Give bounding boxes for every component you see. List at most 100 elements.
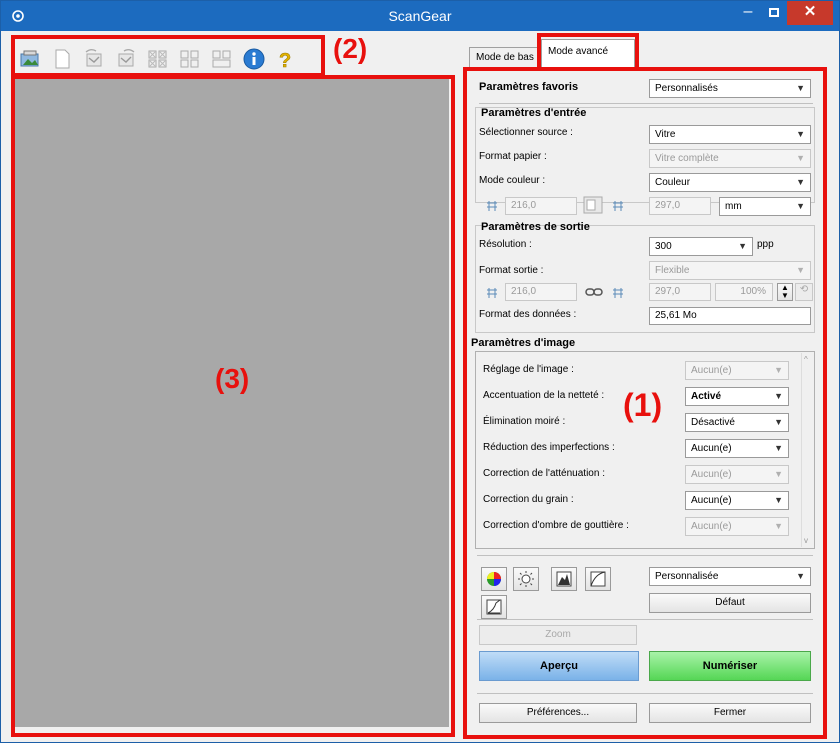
data-size-label: Format des données :	[479, 309, 577, 320]
image-settings-scrollbar[interactable]: ^ v	[801, 353, 813, 547]
preview-area[interactable]	[15, 79, 449, 727]
scroll-up-icon[interactable]: ^	[804, 355, 808, 364]
favorites-dropdown[interactable]: Personnalisés ▼	[649, 79, 811, 98]
chevron-down-icon: ▼	[774, 365, 783, 375]
unit-dropdown[interactable]: mm ▼	[719, 197, 811, 216]
chevron-down-icon: ▼	[796, 571, 805, 581]
stepper-icon: ▲ ▼	[781, 283, 789, 300]
tone-preset-dropdown[interactable]: Personnalisée ▼	[649, 567, 811, 586]
chevron-down-icon: ▼	[796, 177, 805, 187]
image-settings-heading: Paramètres d'image	[471, 337, 576, 349]
minimize-button[interactable]: –	[735, 1, 761, 25]
tab-basic-mode[interactable]: Mode de bas	[469, 47, 539, 69]
brightness-icon	[518, 571, 534, 587]
scan-button[interactable]: Numériser	[649, 651, 811, 681]
chevron-down-icon: ▼	[774, 521, 783, 531]
output-height-field[interactable]: 297,0	[649, 283, 711, 301]
image-setting-value: Aucun(e)	[691, 495, 732, 506]
color-wheel-icon	[487, 572, 501, 586]
resolution-dropdown[interactable]: 300 ▼	[649, 237, 753, 256]
unit-value: mm	[725, 201, 742, 212]
image-setting-value: Aucun(e)	[691, 443, 732, 454]
scroll-down-icon[interactable]: v	[804, 536, 808, 545]
image-setting-label: Élimination moiré :	[483, 416, 566, 427]
image-setting-dropdown[interactable]: Aucun(e) ▼	[685, 517, 789, 536]
chevron-down-icon: ▼	[796, 83, 805, 93]
image-setting-value: Aucun(e)	[691, 521, 732, 532]
output-size-label: Format sortie :	[479, 265, 544, 276]
title-bar[interactable]: ScanGear – ✕	[1, 1, 839, 31]
tab-advanced-mode[interactable]: Mode avancé	[541, 39, 635, 69]
image-setting-label: Réduction des imperfections :	[483, 442, 615, 453]
source-value: Vitre	[655, 129, 676, 140]
image-setting-dropdown[interactable]: Désactivé ▼	[685, 413, 789, 432]
chevron-down-icon: ▼	[774, 495, 783, 505]
favorites-value: Personnalisés	[655, 83, 718, 94]
divider	[477, 693, 813, 694]
brightness-button[interactable]	[513, 567, 539, 591]
resolution-unit: ppp	[757, 239, 774, 250]
reset-icon: ⟲	[799, 284, 809, 295]
chevron-down-icon: ▼	[796, 265, 805, 275]
tone-preset-value: Personnalisée	[655, 571, 719, 582]
image-setting-value: Aucun(e)	[691, 469, 732, 480]
image-setting-dropdown[interactable]: Aucun(e) ▼	[685, 465, 789, 484]
settings-panel: Paramètres favoris Personnalisés ▼ Paramè…	[467, 71, 823, 735]
image-setting-label: Accentuation de la netteté :	[483, 390, 605, 401]
chevron-down-icon: ▼	[774, 391, 783, 401]
link-icon[interactable]	[585, 286, 603, 298]
close-icon: ✕	[803, 3, 817, 20]
resolution-value: 300	[655, 241, 672, 252]
output-size-dropdown[interactable]: Flexible ▼	[649, 261, 811, 280]
image-setting-value: Activé	[691, 391, 722, 402]
callout-1: (1)	[623, 387, 663, 423]
image-setting-dropdown[interactable]: Aucun(e) ▼	[685, 491, 789, 510]
image-setting-dropdown[interactable]: Activé ▼	[685, 387, 789, 406]
tone-curve-icon	[590, 571, 606, 587]
minimize-icon: –	[743, 3, 753, 20]
output-size-value: Flexible	[655, 265, 690, 276]
chevron-down-icon: ▼	[774, 443, 783, 453]
default-button[interactable]: Défaut	[649, 593, 811, 613]
input-height-field[interactable]: 297,0	[649, 197, 711, 215]
zoom-button[interactable]: Zoom	[479, 625, 637, 645]
scale-stepper[interactable]: ▲ ▼	[777, 283, 793, 301]
source-dropdown[interactable]: Vitre ▼	[649, 125, 811, 144]
divider	[477, 619, 813, 620]
image-setting-dropdown[interactable]: Aucun(e) ▼	[685, 439, 789, 458]
close-window-button[interactable]: ✕	[787, 1, 833, 25]
window-title: ScanGear	[388, 8, 452, 24]
preview-button[interactable]: Aperçu	[479, 651, 639, 681]
chevron-down-icon: ▼	[796, 153, 805, 163]
image-setting-value: Désactivé	[691, 417, 735, 428]
data-size-value: 25,61 Mo	[649, 307, 811, 325]
final-review-button[interactable]	[481, 595, 507, 619]
threshold-icon	[486, 599, 502, 615]
paper-size-dropdown[interactable]: Vitre complète ▼	[649, 149, 811, 168]
color-adjust-button[interactable]	[481, 567, 507, 591]
width-icon	[487, 288, 497, 298]
tone-curve-button[interactable]	[585, 567, 611, 591]
scale-reset-button[interactable]: ⟲	[795, 283, 813, 301]
color-mode-dropdown[interactable]: Couleur ▼	[649, 173, 811, 192]
width-icon	[487, 201, 497, 211]
swap-orientation-icon[interactable]	[583, 196, 603, 214]
height-icon	[613, 288, 623, 298]
close-button[interactable]: Fermer	[649, 703, 811, 723]
preferences-button[interactable]: Préférences...	[479, 703, 637, 723]
divider	[477, 555, 813, 556]
chevron-down-icon: ▼	[796, 129, 805, 139]
scale-field[interactable]: 100%	[715, 283, 773, 301]
maximize-button[interactable]	[761, 1, 787, 25]
input-width-field[interactable]: 216,0	[505, 197, 577, 215]
histogram-icon	[556, 571, 572, 587]
toolbar-highlight-frame	[11, 35, 325, 77]
height-icon	[613, 201, 623, 211]
chevron-down-icon: ▼	[774, 469, 783, 479]
image-setting-label: Correction d'ombre de gouttière :	[483, 520, 629, 531]
output-width-field[interactable]: 216,0	[505, 283, 577, 301]
image-setting-dropdown[interactable]: Aucun(e) ▼	[685, 361, 789, 380]
image-setting-label: Réglage de l'image :	[483, 364, 574, 375]
maximize-icon	[769, 8, 779, 17]
histogram-button[interactable]	[551, 567, 577, 591]
